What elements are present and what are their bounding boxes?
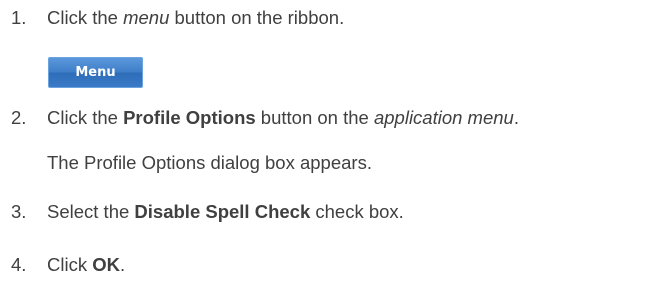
step-text-part: Select the <box>47 201 135 222</box>
step-text-part: button on the ribbon. <box>169 7 345 28</box>
step-text: Click the Profile Options button on the … <box>47 107 519 129</box>
step-text-part: check box. <box>310 201 404 222</box>
step-number: 2. <box>11 107 27 128</box>
step-text-part: Click the <box>47 107 124 128</box>
bold-profile-options: Profile Options <box>123 107 256 128</box>
step-number: 4. <box>11 254 27 275</box>
step-text-part: . <box>513 107 519 128</box>
step-text-part: button on the <box>255 107 374 128</box>
step-text-part: . <box>119 254 126 275</box>
step-2-note: The Profile Options dialog box appears. <box>47 152 372 173</box>
step-text: Click OK. <box>47 254 125 276</box>
step-number: 3. <box>11 201 27 222</box>
emphasis-menu: menu <box>123 7 170 28</box>
bold-disable-spell-check: Disable Spell Check <box>134 201 311 222</box>
step-text: Click the menu button on the ribbon. <box>47 7 344 29</box>
step-number: 1. <box>11 7 27 28</box>
step-text-part: Click the <box>47 7 124 28</box>
emphasis-application-menu: application menu <box>373 107 514 128</box>
step-text: Select the Disable Spell Check check box… <box>47 201 404 223</box>
step-text-part: Click <box>47 254 93 275</box>
menu-button[interactable]: Menu <box>48 57 143 88</box>
bold-ok: OK <box>92 254 120 275</box>
